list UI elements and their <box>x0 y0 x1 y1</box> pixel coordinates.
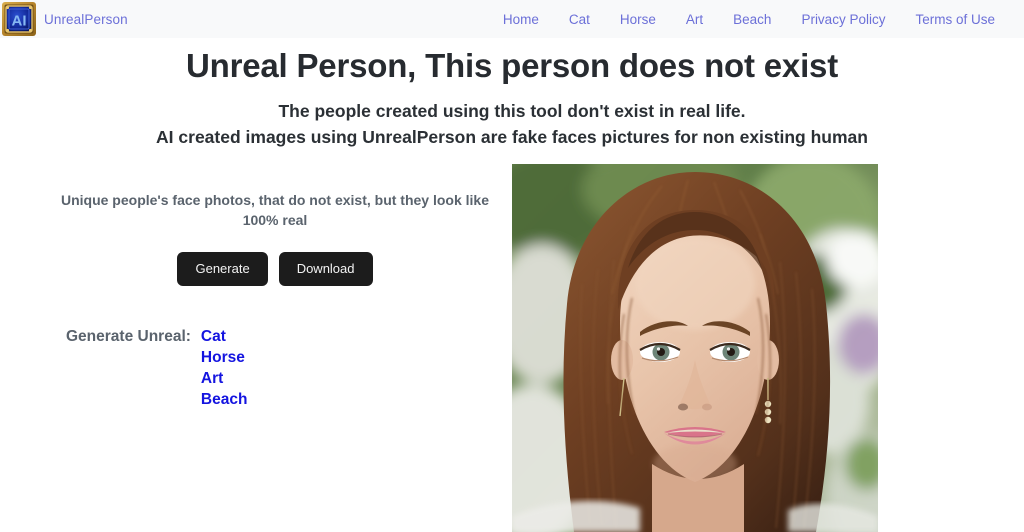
brand-link[interactable]: AI UnrealPerson <box>0 2 128 36</box>
generated-face-portrait <box>512 164 878 532</box>
generate-button[interactable]: Generate <box>177 252 268 286</box>
action-buttons: Generate Download <box>40 252 510 286</box>
generate-link-beach[interactable]: Beach <box>201 389 248 410</box>
main-nav: Home Cat Horse Art Beach Privacy Policy … <box>488 8 1010 31</box>
nav-item-art[interactable]: Art <box>671 8 718 31</box>
generate-unreal-section: Generate Unreal: Cat Horse Art Beach <box>40 326 510 410</box>
navbar: AI UnrealPerson Home Cat Horse Art Beach… <box>0 0 1024 38</box>
nav-item-terms-of-use[interactable]: Terms of Use <box>900 8 1010 31</box>
generate-link-horse[interactable]: Horse <box>201 347 248 368</box>
generate-link-cat[interactable]: Cat <box>201 326 248 347</box>
brand-text: UnrealPerson <box>44 11 128 27</box>
svg-text:AI: AI <box>12 13 27 30</box>
generate-link-art[interactable]: Art <box>201 368 248 389</box>
nav-item-privacy-policy[interactable]: Privacy Policy <box>786 8 900 31</box>
subtitle-line-2: AI created images using UnrealPerson are… <box>156 127 868 147</box>
nav-item-home[interactable]: Home <box>488 8 554 31</box>
nav-item-horse[interactable]: Horse <box>605 8 671 31</box>
subtitle-line-1: The people created using this tool don't… <box>278 101 746 121</box>
nav-item-cat[interactable]: Cat <box>554 8 605 31</box>
page-title: Unreal Person, This person does not exis… <box>186 47 838 84</box>
subtitle-block: The people created using this tool don't… <box>0 98 1024 150</box>
generate-unreal-links: Cat Horse Art Beach <box>201 326 248 410</box>
left-panel: Unique people's face photos, that do not… <box>40 164 510 410</box>
nav-item-beach[interactable]: Beach <box>718 8 786 31</box>
generate-unreal-label: Generate Unreal: <box>66 328 191 345</box>
download-button[interactable]: Download <box>278 252 373 286</box>
tagline-text: Unique people's face photos, that do not… <box>60 192 490 228</box>
ai-logo-icon: AI <box>2 2 36 36</box>
